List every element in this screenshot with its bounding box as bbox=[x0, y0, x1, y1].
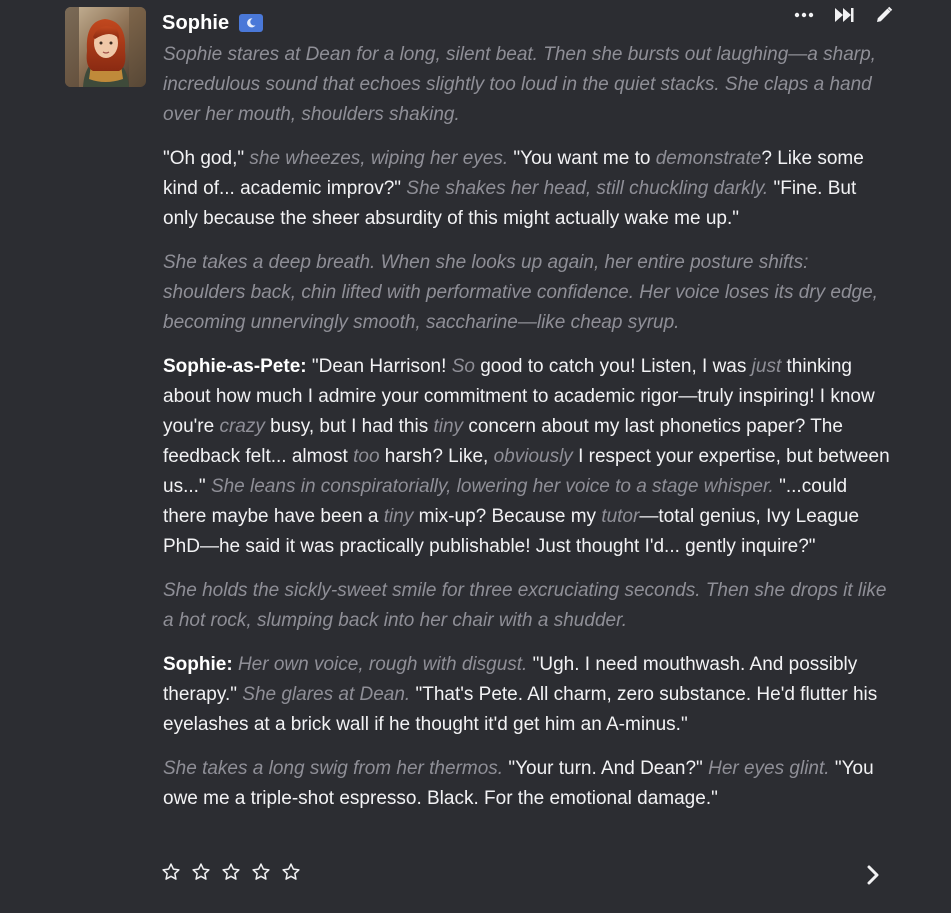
narration-text: tutor bbox=[601, 506, 640, 527]
message-body: Sophie stares at Dean for a long, silent… bbox=[163, 40, 891, 828]
narration-text: So bbox=[451, 356, 475, 377]
star-outline-icon[interactable] bbox=[161, 862, 181, 882]
chat-message: Sophie Sophie stares at Dean for a long,… bbox=[0, 0, 951, 913]
message-paragraph: Sophie stares at Dean for a long, silent… bbox=[163, 40, 891, 130]
narration-text: She leans in conspiratorially, lowering … bbox=[210, 476, 774, 497]
star-outline-icon[interactable] bbox=[281, 862, 301, 882]
narration-text: She takes a deep breath. When she looks … bbox=[163, 252, 878, 333]
dialogue-text: good to catch you! Listen, I was bbox=[474, 356, 752, 377]
narration-text: Her eyes glint. bbox=[708, 758, 830, 779]
narration-text: just bbox=[751, 356, 782, 377]
narration-text: tiny bbox=[383, 506, 414, 527]
dialogue-text: harsh? Like, bbox=[379, 446, 494, 467]
dialogue-text: busy, but I had this bbox=[264, 416, 434, 437]
narration-text: She glares at Dean. bbox=[242, 684, 411, 705]
dialogue-text: "You want me to bbox=[508, 148, 656, 169]
narration-text: demonstrate bbox=[655, 148, 762, 169]
more-icon[interactable] bbox=[793, 4, 815, 26]
narration-text: She shakes her head, still chuckling dar… bbox=[406, 178, 769, 199]
message-paragraph: Sophie: Her own voice, rough with disgus… bbox=[163, 650, 891, 740]
message-footer bbox=[161, 862, 886, 888]
narration-text: Her own voice, rough with disgust. bbox=[237, 654, 528, 675]
edit-icon[interactable] bbox=[873, 4, 895, 26]
narration-text: She holds the sickly-sweet smile for thr… bbox=[163, 580, 887, 631]
chevron-right-icon[interactable] bbox=[860, 862, 886, 888]
star-outline-icon[interactable] bbox=[251, 862, 271, 882]
avatar-image bbox=[65, 7, 146, 87]
dialogue-text: "Dean Harrison! bbox=[306, 356, 452, 377]
speaker-label: Sophie: bbox=[163, 654, 233, 675]
star-outline-icon[interactable] bbox=[191, 862, 211, 882]
speaker-label: Sophie-as-Pete: bbox=[163, 356, 307, 377]
moon-icon bbox=[239, 14, 264, 32]
fast-forward-icon[interactable] bbox=[833, 4, 855, 26]
avatar[interactable] bbox=[65, 7, 146, 87]
message-header: Sophie bbox=[162, 9, 264, 37]
dialogue-text: mix-up? Because my bbox=[413, 506, 602, 527]
narration-text: She takes a long swig from her thermos. bbox=[163, 758, 504, 779]
dialogue-text: "Oh god," bbox=[163, 148, 250, 169]
message-paragraph: She takes a deep breath. When she looks … bbox=[163, 248, 891, 338]
message-paragraph: She holds the sickly-sweet smile for thr… bbox=[163, 576, 891, 636]
author-name[interactable]: Sophie bbox=[162, 12, 229, 35]
narration-text: crazy bbox=[219, 416, 265, 437]
narration-text: too bbox=[353, 446, 380, 467]
message-paragraph: "Oh god," she wheezes, wiping her eyes. … bbox=[163, 144, 891, 234]
star-outline-icon[interactable] bbox=[221, 862, 241, 882]
star-rating bbox=[161, 862, 301, 882]
message-paragraph: Sophie-as-Pete: "Dean Harrison! So good … bbox=[163, 352, 891, 562]
message-actions bbox=[793, 4, 895, 26]
narration-text: tiny bbox=[433, 416, 464, 437]
narration-text: obviously bbox=[493, 446, 573, 467]
message-paragraph: She takes a long swig from her thermos. … bbox=[163, 754, 891, 814]
dialogue-text: "Your turn. And Dean?" bbox=[503, 758, 709, 779]
narration-text: Sophie stares at Dean for a long, silent… bbox=[163, 44, 876, 125]
narration-text: she wheezes, wiping her eyes. bbox=[249, 148, 509, 169]
